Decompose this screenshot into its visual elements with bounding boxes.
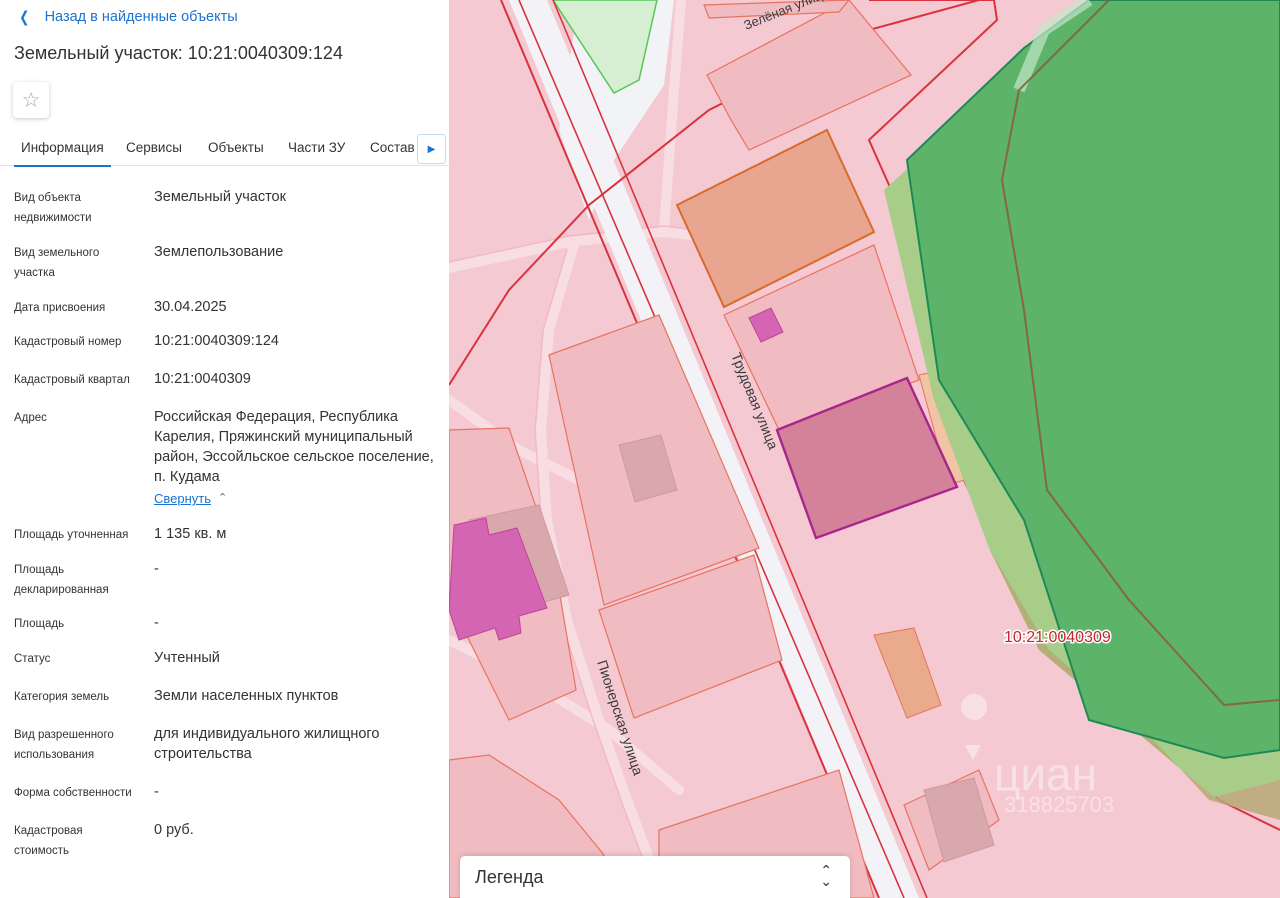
chevron-left-icon: ❮ xyxy=(19,9,30,26)
field-label-object-type: Вид объекта недвижимости xyxy=(14,192,92,224)
field-value-parcel-type: Землепользование xyxy=(154,244,284,260)
tab-services[interactable]: Сервисы xyxy=(126,128,182,166)
field-value-area-declared: - xyxy=(154,561,159,577)
field-label-land-category: Категория земель xyxy=(14,691,110,703)
map-canvas[interactable]: Трудовая улица Пионерская улица Зелёная … xyxy=(449,0,1280,898)
field-value-cadastral-value: 0 руб. xyxy=(154,822,194,838)
cadastral-map[interactable]: Трудовая улица Пионерская улица Зелёная … xyxy=(449,0,1280,898)
field-value-status: Учтенный xyxy=(154,650,220,666)
field-label-parcel-type: Вид земельного участка xyxy=(14,247,100,279)
field-label-ownership-form: Форма собственности xyxy=(14,787,132,799)
field-label-area-declared: Площадь декларированная xyxy=(14,564,109,596)
tab-objects[interactable]: Объекты xyxy=(208,128,264,166)
tab-information[interactable]: Информация xyxy=(14,128,111,167)
back-link[interactable]: ❮ Назад в найденные объекты xyxy=(14,6,238,28)
field-label-area-refined: Площадь уточненная xyxy=(14,529,129,541)
field-value-cadastral-quarter: 10:21:0040309 xyxy=(154,371,251,387)
watermark-id: 318825703 xyxy=(1004,792,1114,817)
field-label-cadastral-value: Кадастровая стоимость xyxy=(14,825,83,857)
field-value-area-refined: 1 135 кв. м xyxy=(154,526,227,542)
chevron-right-icon: ▶ xyxy=(427,143,436,155)
tab-bar: Информация Сервисы Объекты Части ЗУ Сост… xyxy=(0,128,449,167)
field-value-permitted-use: для индивидуального жилищного строительс… xyxy=(154,726,380,762)
field-value-assigned-date: 30.04.2025 xyxy=(154,299,227,315)
legend-label: Легенда xyxy=(475,866,544,887)
field-value-area: - xyxy=(154,615,159,631)
field-label-assigned-date: Дата присвоения xyxy=(14,302,106,314)
field-value-land-category: Земли населенных пунктов xyxy=(154,688,339,704)
field-label-permitted-use: Вид разрешенного использования xyxy=(14,729,114,761)
field-label-cadastral-quarter: Кадастровый квартал xyxy=(14,374,130,386)
field-value-address: Российская Федерация, Республика Карелия… xyxy=(154,409,434,485)
favorite-button[interactable]: ☆ xyxy=(13,82,49,118)
quarter-label: 10:21:0040309 xyxy=(1004,629,1111,646)
field-label-cadastral-number: Кадастровый номер xyxy=(14,336,122,348)
field-value-ownership-form: - xyxy=(154,784,159,800)
star-outline-icon: ☆ xyxy=(21,88,41,112)
legend-panel[interactable]: Легенда ⌃ ⌄ xyxy=(460,856,850,898)
field-label-address: Адрес xyxy=(14,412,47,424)
tab-parcel-parts[interactable]: Части ЗУ xyxy=(288,128,345,166)
field-value-cadastral-number: 10:21:0040309:124 xyxy=(154,333,279,349)
field-label-area: Площадь xyxy=(14,618,65,630)
field-label-status: Статус xyxy=(14,653,51,665)
unfold-icon[interactable]: ⌃ ⌄ xyxy=(820,863,832,888)
tabs-next-button[interactable]: ▶ xyxy=(417,134,446,164)
address-collapse-link[interactable]: Свернуть xyxy=(154,491,211,506)
field-value-object-type: Земельный участок xyxy=(154,189,286,205)
chevron-up-icon[interactable]: ⌃ xyxy=(218,491,227,504)
page-title: Земельный участок: 10:21:0040309:124 xyxy=(14,43,343,63)
info-panel: ❮ Назад в найденные объекты Земельный уч… xyxy=(0,0,449,898)
back-link-label: Назад в найденные объекты xyxy=(44,9,238,25)
tab-composition[interactable]: Состав xyxy=(370,128,415,166)
